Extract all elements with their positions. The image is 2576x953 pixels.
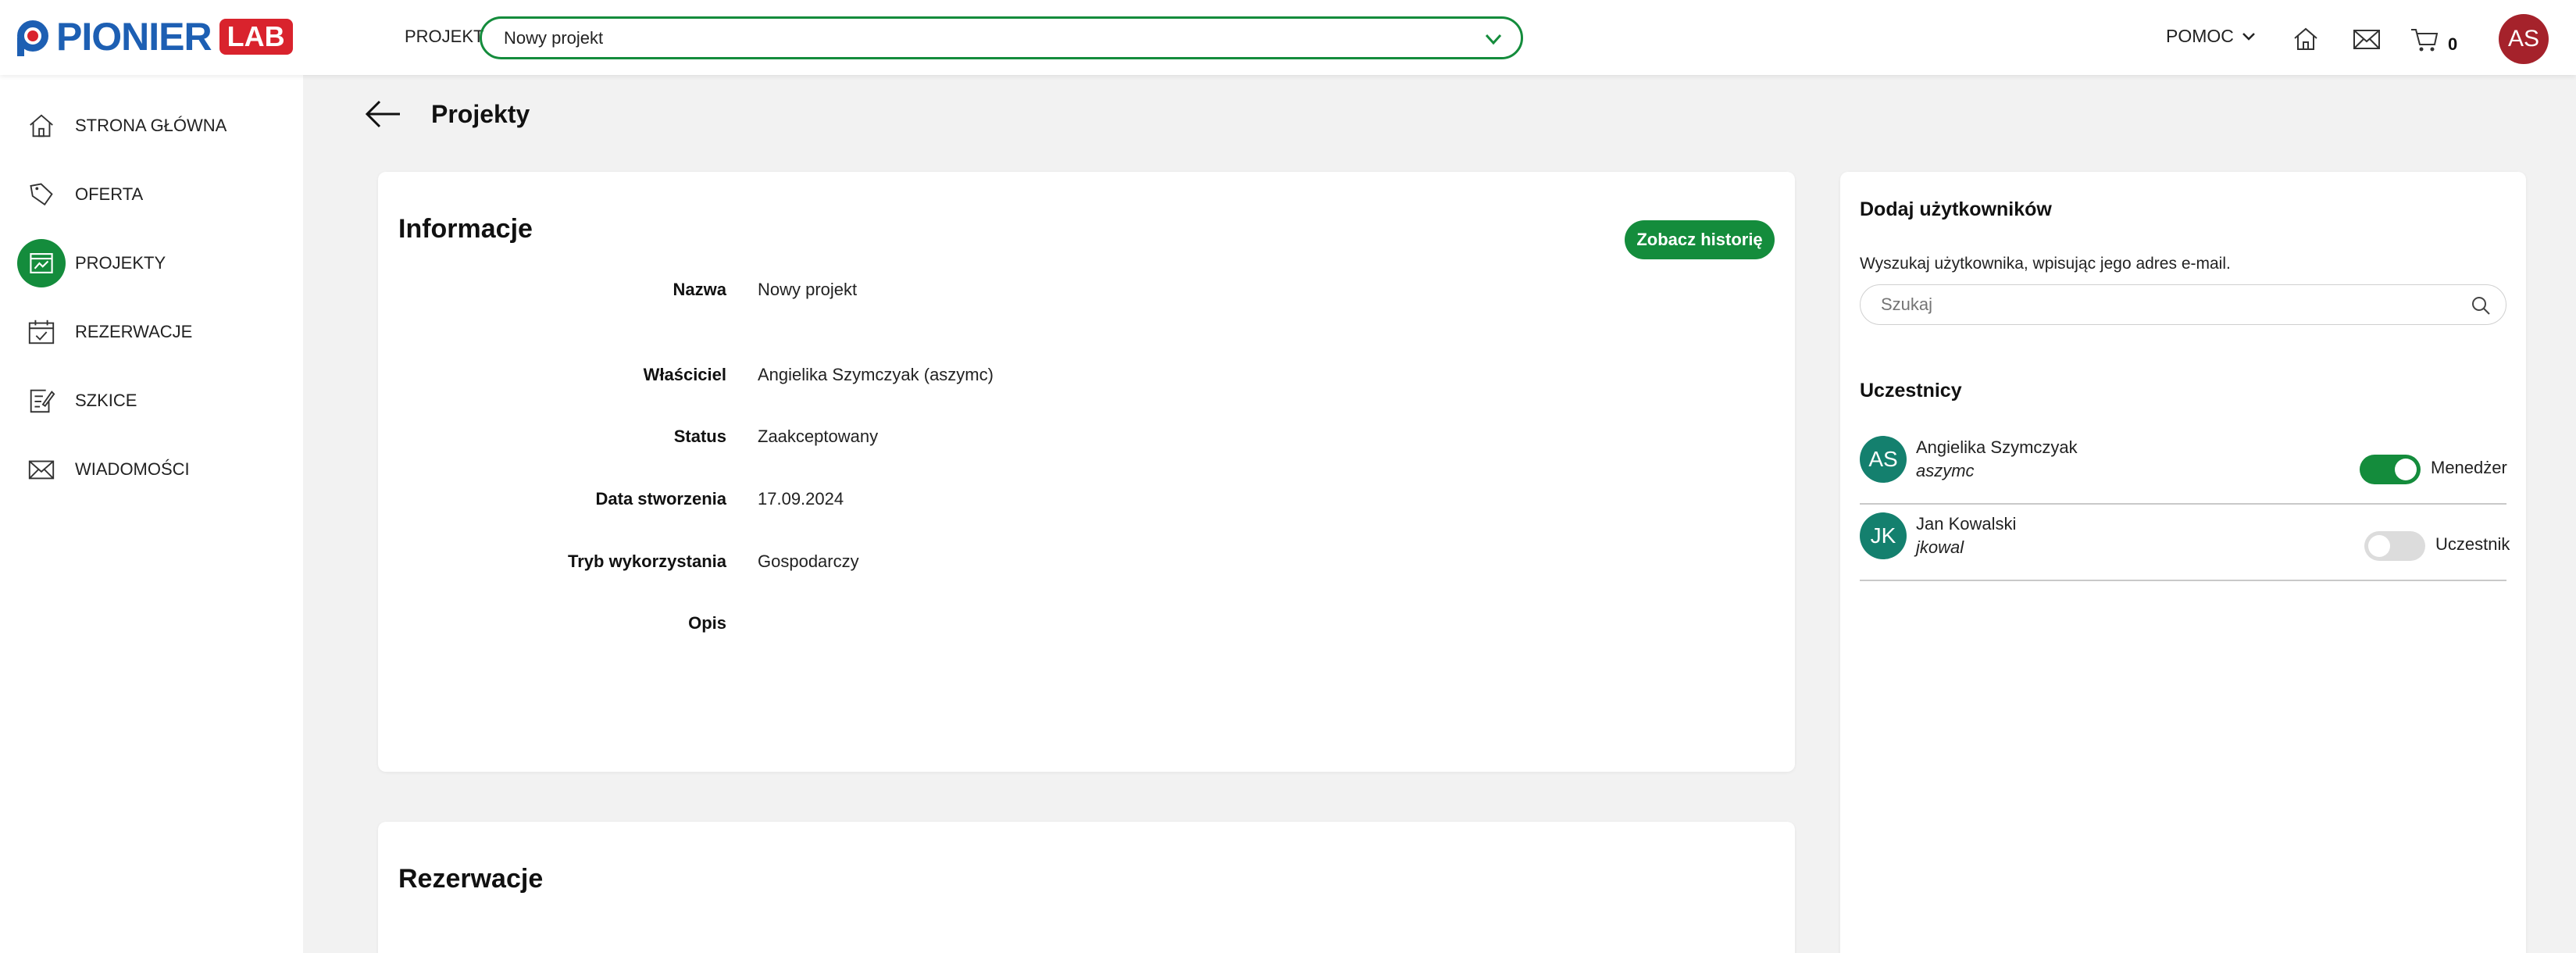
participant-role: Uczestnik [2435,534,2510,554]
view-history-button[interactable]: Zobacz historię [1625,220,1775,259]
cart-count: 0 [2448,34,2458,54]
help-label: POMOC [2166,26,2234,46]
owner-label: Właściciel [643,365,726,384]
user-search [1860,284,2506,325]
logo-mark-icon [14,17,52,56]
sidebar-item-messages[interactable]: WIADOMOŚCI [17,445,190,494]
project-select[interactable]: Nowy projekt [480,16,1523,59]
description-label: Opis [688,613,726,633]
home-icon[interactable] [2290,23,2321,55]
sidebar-item-projects[interactable]: PROJEKTY [17,239,166,287]
participant-name: Angielika Szymczyak [1916,437,2078,457]
sidebar-item-drafts[interactable]: SZKICE [17,377,137,425]
chevron-down-icon [2242,32,2255,41]
manager-toggle[interactable] [2364,531,2425,561]
tag-icon [30,183,53,206]
sidebar-item-label: PROJEKTY [75,253,166,273]
projects-icon [30,253,53,273]
search-icon[interactable] [2470,294,2492,316]
user-search-input[interactable] [1881,294,2443,315]
owner-value: Angielika Szymczyak (aszymc) [758,365,994,384]
sidebar-item-label: WIADOMOŚCI [75,459,190,479]
help-menu[interactable]: POMOC [2166,26,2256,47]
avatar: JK [1860,512,1907,559]
mail-icon [28,460,55,480]
back-arrow-icon[interactable] [362,95,403,133]
mail-icon[interactable] [2351,23,2382,55]
top-header: PIONIER LAB PROJEKT Nowy projekt POMOC 0… [0,0,2576,75]
sidebar-item-label: REZERWACJE [75,322,193,341]
participant-login: jkowal [1916,537,1964,557]
name-value: Nowy projekt [758,280,858,299]
name-label: Nazwa [673,280,726,299]
sidebar-item-home[interactable]: STRONA GŁÓWNA [17,102,227,150]
logo-text: PIONIER [56,15,212,59]
user-avatar[interactable]: AS [2499,14,2549,64]
project-label: PROJEKT [405,27,484,46]
participant-role: Menedżer [2431,458,2507,477]
sidebar-item-offer[interactable]: OFERTA [17,170,143,219]
info-card [378,172,1795,772]
draft-icon [30,389,55,413]
participants-title: Uczestnicy [1860,380,1962,402]
usage-mode-value: Gospodarczy [758,551,859,571]
sidebar-item-reservations[interactable]: REZERWACJE [17,308,192,356]
add-users-hint: Wyszukaj użytkownika, wpisując jego adre… [1860,255,2231,273]
home-icon [30,114,53,137]
sidebar-item-label: SZKICE [75,391,137,410]
usage-mode-label: Tryb wykorzystania [568,551,726,571]
reservations-title: Rezerwacje [398,864,544,894]
pionier-lab-logo[interactable]: PIONIER LAB [14,15,293,59]
cart-icon[interactable] [2409,23,2440,55]
created-date-value: 17.09.2024 [758,489,844,509]
sidebar-item-label: STRONA GŁÓWNA [75,116,227,135]
chevron-down-icon [1485,34,1502,45]
avatar: AS [1860,436,1907,483]
participant-login: aszymc [1916,461,1975,480]
participant-row: AS Angielika Szymczyak aszymc Menedżer [1860,428,2507,505]
participant-name: Jan Kowalski [1916,514,2017,534]
project-select-value: Nowy projekt [504,27,604,48]
add-users-title: Dodaj użytkowników [1860,198,2052,220]
reservations-card [378,822,1795,953]
info-title: Informacje [398,214,533,244]
calendar-icon [28,319,55,344]
status-label: Status [673,427,726,446]
page-title: Projekty [431,100,530,128]
manager-toggle[interactable] [2360,455,2421,484]
sidebar-item-label: OFERTA [75,184,144,204]
status-value: Zaakceptowany [758,427,879,446]
created-date-label: Data stworzenia [595,489,727,509]
logo-badge: LAB [219,19,293,55]
sidebar: STRONA GŁÓWNA OFERTA PROJEKTY REZERWACJE… [0,75,303,953]
participant-row: JK Jan Kowalski jkowal Uczestnik [1860,505,2510,581]
